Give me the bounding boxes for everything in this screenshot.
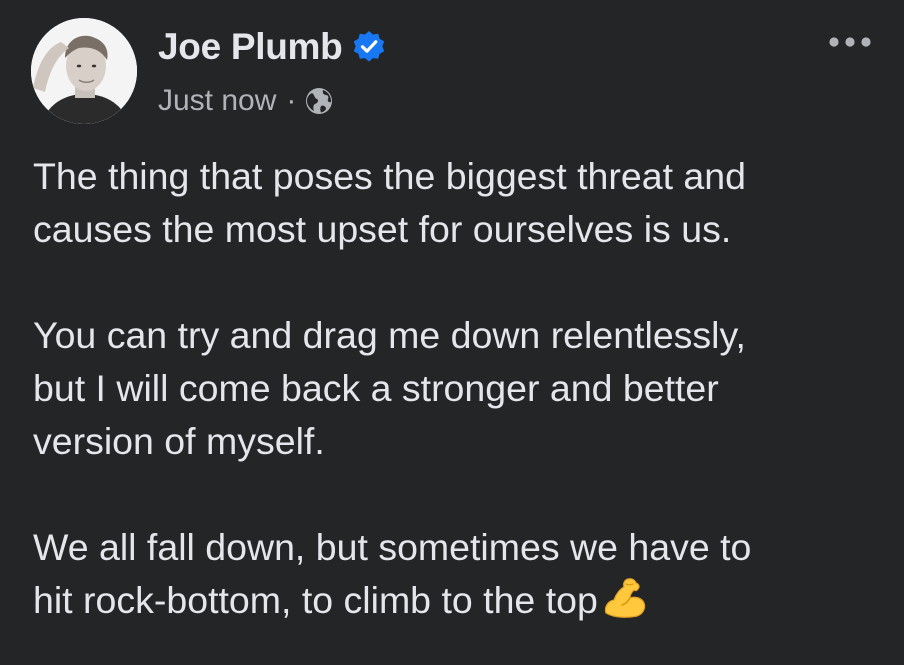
author-name[interactable]: Joe Plumb: [158, 26, 343, 68]
profile-photo: [31, 18, 137, 124]
author-avatar[interactable]: [31, 18, 137, 124]
post-timestamp[interactable]: Just now: [158, 84, 276, 118]
post-card: Joe Plumb Just now · The thing that pose…: [0, 0, 904, 665]
post-paragraph: The thing that poses the biggest threat …: [33, 155, 746, 250]
verified-badge-icon: [352, 30, 386, 64]
more-options-button[interactable]: [822, 24, 880, 60]
post-paragraph: You can try and drag me down relentlessl…: [33, 314, 746, 462]
more-options-icon: [829, 37, 871, 47]
post-paragraph-last: We all fall down, but sometimes we have …: [33, 521, 883, 627]
flexed-biceps-emoji: [602, 577, 648, 619]
author-row: Joe Plumb: [158, 22, 386, 72]
meta-separator: ·: [286, 84, 297, 117]
globe-icon[interactable]: [304, 86, 334, 116]
post-body: The thing that poses the biggest threat …: [33, 150, 883, 627]
post-meta: Just now ·: [158, 80, 334, 122]
